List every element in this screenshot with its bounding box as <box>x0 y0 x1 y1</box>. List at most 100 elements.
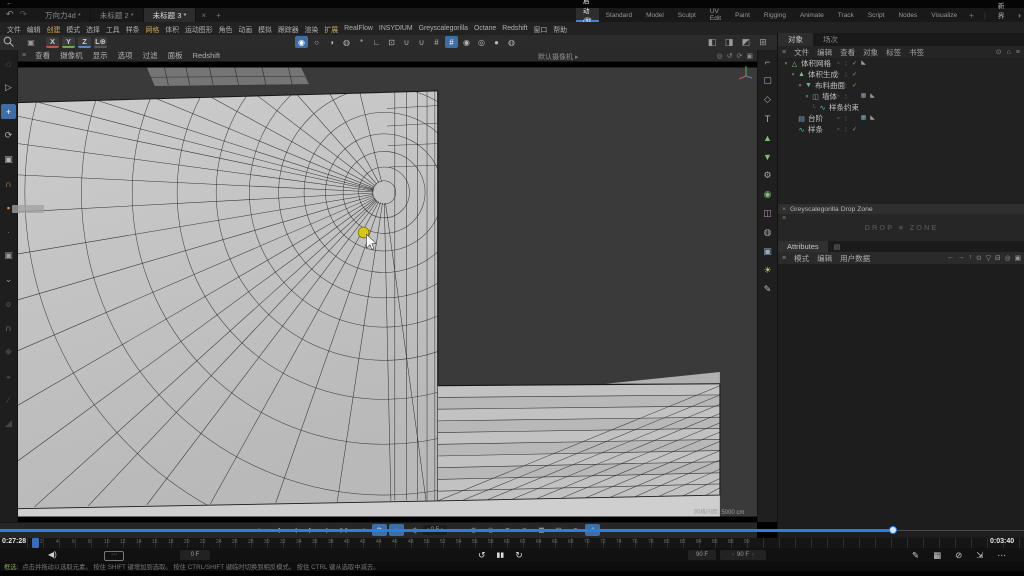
visibility-dot-icon[interactable]: ◦ <box>837 71 839 78</box>
range-end-spinner[interactable]: ‹ 90 F › <box>720 550 766 560</box>
phong-tag-icon[interactable]: ◣ <box>869 115 876 122</box>
layout-tab[interactable]: Animate <box>793 8 831 22</box>
plane-lock-icon[interactable]: ⊡ <box>385 36 398 48</box>
expander-icon[interactable]: ▾ <box>782 61 790 67</box>
object-row[interactable]: ▤台阶◦∶▦◣ <box>778 113 1024 124</box>
filter-icon[interactable]: ≡ <box>1016 49 1020 56</box>
spline-pen-icon[interactable]: ⌐ <box>760 54 775 69</box>
render-dots-icon[interactable]: ∶ <box>845 104 847 112</box>
vp-menu-显示[interactable]: 显示 <box>88 50 113 61</box>
enabled-check-icon[interactable]: ✓ <box>852 126 857 133</box>
menu-窗口[interactable]: 窗口 <box>531 24 551 34</box>
menu-模式[interactable]: 模式 <box>63 24 83 34</box>
interface-circle-icon[interactable]: ◑ <box>1011 8 1024 22</box>
menu-扩展[interactable]: 扩展 <box>321 24 341 34</box>
screen-icon[interactable]: ▦ <box>933 550 941 561</box>
maximize-view-icon[interactable]: ▣ <box>746 52 753 60</box>
player-progress-handle[interactable] <box>889 526 897 534</box>
layout-tab[interactable]: Track <box>831 8 861 22</box>
more-icon[interactable]: ⋯ <box>997 550 1006 561</box>
dot-a-icon[interactable]: ● <box>490 36 503 48</box>
camera-label[interactable]: 默认摄像机 ▸ <box>538 52 578 62</box>
layout-tab[interactable]: Model <box>639 8 671 22</box>
end-frame-field[interactable]: 90 F <box>688 550 716 560</box>
redo-icon[interactable]: ↷ <box>20 9 28 20</box>
render-dots-icon[interactable]: ∶ <box>845 71 847 79</box>
timeline-playhead[interactable] <box>32 538 39 548</box>
vp-menu-面板[interactable]: 面板 <box>163 50 188 61</box>
gsg-menu-icon[interactable]: ≡ <box>782 215 786 222</box>
magnet-small-icon[interactable]: ∪ <box>415 36 428 48</box>
search-icon[interactable] <box>3 36 15 48</box>
expander-icon[interactable]: ▾ <box>796 83 804 89</box>
home-icon[interactable]: ⌂ <box>1007 49 1011 56</box>
target-icon[interactable]: ◎ <box>1005 254 1011 262</box>
visibility-dot-icon[interactable]: ◦ <box>837 93 839 100</box>
visibility-dot-icon[interactable]: ◦ <box>837 104 839 111</box>
layout-tab[interactable]: Rigging <box>757 8 793 22</box>
snap-auto-icon[interactable]: * <box>355 36 368 48</box>
visibility-dot-icon[interactable]: ◦ <box>837 60 839 67</box>
layout-tab[interactable]: Visualize <box>924 8 964 22</box>
render-dots-icon[interactable]: ∶ <box>845 115 847 123</box>
document-tab[interactable]: 未标题 2 * <box>91 8 144 22</box>
menu-文件[interactable]: 文件 <box>4 24 24 34</box>
viewport-hamburger-icon[interactable]: ≡ <box>18 52 30 59</box>
render-dots-icon[interactable]: ∶ <box>845 93 847 101</box>
menu-工具[interactable]: 工具 <box>103 24 123 34</box>
snap-toggle-icon[interactable]: ◉ <box>295 36 308 48</box>
object-label[interactable]: 体积网格 <box>801 58 831 69</box>
om-tab-场次[interactable]: 场次 <box>813 33 848 46</box>
uv-tag-icon[interactable]: ▦ <box>860 93 867 100</box>
bell-off-icon[interactable]: ⊘ <box>955 550 962 561</box>
knife-tool[interactable]: ∕ <box>1 392 16 407</box>
menu-选择[interactable]: 选择 <box>83 24 103 34</box>
viewport-layout-3-icon[interactable]: ◩ <box>740 36 752 48</box>
polygons-mode[interactable]: ∩ <box>1 320 16 335</box>
edges-mode[interactable]: ○ <box>1 296 16 311</box>
menu-体积[interactable]: 体积 <box>162 24 182 34</box>
visibility-dot-icon[interactable]: ◦ <box>837 126 839 133</box>
field-sphere-icon[interactable]: ◉ <box>760 187 775 202</box>
camera-icon[interactable]: ▣ <box>760 244 775 259</box>
render-dots-icon[interactable]: ∶ <box>845 126 847 134</box>
menu-角色[interactable]: 角色 <box>216 24 236 34</box>
rewind-icon[interactable]: ↺ <box>478 550 486 561</box>
undo-icon[interactable]: ↶ <box>6 9 14 20</box>
cube-primitive-icon[interactable]: ◇ <box>760 92 775 107</box>
axis-button-Z[interactable]: Z <box>78 37 91 48</box>
live-selection-tool[interactable]: ◌ <box>1 56 16 71</box>
helmet-tool[interactable]: ◒ <box>1 368 16 383</box>
close-icon[interactable]: × <box>782 206 786 213</box>
menu-动画[interactable]: 动画 <box>235 24 255 34</box>
volume-icon[interactable]: ◀) <box>48 550 57 559</box>
object-label[interactable]: 台阶 <box>808 113 823 124</box>
expander-icon[interactable]: ▾ <box>789 72 797 78</box>
vp-menu-查看[interactable]: 查看 <box>30 50 55 61</box>
points-mode[interactable]: ⌄ <box>1 272 16 287</box>
object-row[interactable]: ▾▼布料曲面◦∶✓ <box>778 80 1024 91</box>
panel-icon[interactable]: ▣ <box>1015 254 1021 262</box>
menu-运动图形[interactable]: 运动图形 <box>182 24 216 34</box>
enabled-check-icon[interactable]: ✓ <box>852 71 857 78</box>
back-arrow-icon[interactable]: ← <box>6 0 13 7</box>
om-menu-查看[interactable]: 查看 <box>836 47 859 58</box>
menu-模拟[interactable]: 模拟 <box>255 24 275 34</box>
om-menu-对象[interactable]: 对象 <box>859 47 882 58</box>
select-arrow-tool[interactable]: ▷ <box>1 80 16 95</box>
target-icon[interactable]: ◎ <box>717 52 723 60</box>
forward-icon[interactable]: ↻ <box>515 550 523 561</box>
layout-tab[interactable]: 启动 (默认) <box>576 8 599 22</box>
enabled-check-icon[interactable]: ✓ <box>852 60 857 67</box>
menu-Octane[interactable]: Octane <box>471 25 499 32</box>
expander-icon[interactable]: ▾ <box>803 94 811 100</box>
om-tab-对象[interactable]: 对象 <box>778 33 813 46</box>
axis-button-Y[interactable]: Y <box>62 37 75 48</box>
ring-a-icon[interactable]: ◉ <box>460 36 473 48</box>
visibility-dot-icon[interactable]: ◦ <box>837 115 839 122</box>
axis-button-X[interactable]: X <box>46 37 59 48</box>
layout-tab[interactable]: Standard <box>599 8 639 22</box>
expander-icon[interactable]: └ <box>810 105 818 111</box>
object-row[interactable]: ∿样条◦∶✓ <box>778 124 1024 135</box>
phong-tag-icon[interactable]: ◣ <box>869 93 876 100</box>
